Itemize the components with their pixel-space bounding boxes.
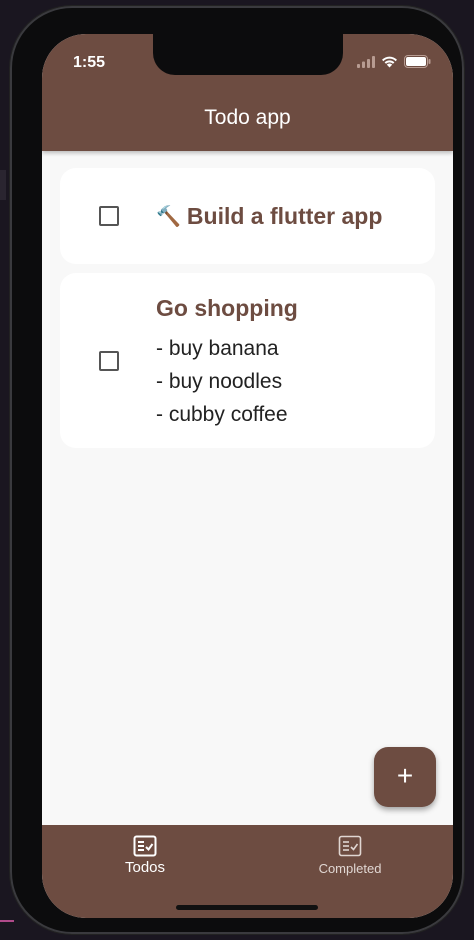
wifi-icon: [381, 55, 398, 73]
todo-description: - buy banana - buy noodles - cubby coffe…: [156, 337, 288, 426]
app-screen: 1:55 Todo app 🔨 Build a flutter app Go s…: [42, 34, 453, 918]
background-accent: [0, 920, 14, 922]
device-notch: [153, 34, 343, 75]
checklist-icon: [55, 835, 235, 857]
checklist-icon: [260, 835, 440, 857]
page-title: Todo app: [204, 106, 291, 129]
status-time: 1:55: [73, 54, 106, 71]
bottom-navigation: Todos Completed: [42, 825, 453, 918]
hammer-icon: 🔨: [156, 206, 181, 228]
background-decoration: [0, 170, 6, 200]
battery-icon: [404, 55, 431, 73]
add-todo-button[interactable]: +: [374, 747, 436, 807]
todo-title: 🔨 Build a flutter app: [156, 203, 382, 230]
phone-frame: 1:55 Todo app 🔨 Build a flutter app Go s…: [10, 6, 464, 934]
todo-checkbox[interactable]: [99, 206, 119, 226]
tab-completed[interactable]: Completed: [260, 835, 440, 876]
tab-completed-label: Completed: [318, 861, 382, 876]
tab-todos[interactable]: Todos: [55, 835, 235, 876]
todo-title: Go shopping: [156, 295, 298, 321]
tab-todos-label: Todos: [124, 859, 166, 876]
status-icons: [357, 55, 431, 73]
todo-card[interactable]: Go shopping - buy banana - buy noodles -…: [60, 273, 435, 448]
app-bar: 1:55 Todo app: [42, 34, 453, 151]
todo-title-text: Build a flutter app: [186, 203, 383, 229]
todo-checkbox[interactable]: [99, 351, 119, 371]
todo-card[interactable]: 🔨 Build a flutter app: [60, 168, 435, 264]
home-indicator: [176, 905, 318, 910]
signal-icon: [357, 55, 375, 73]
plus-icon: +: [396, 760, 414, 791]
